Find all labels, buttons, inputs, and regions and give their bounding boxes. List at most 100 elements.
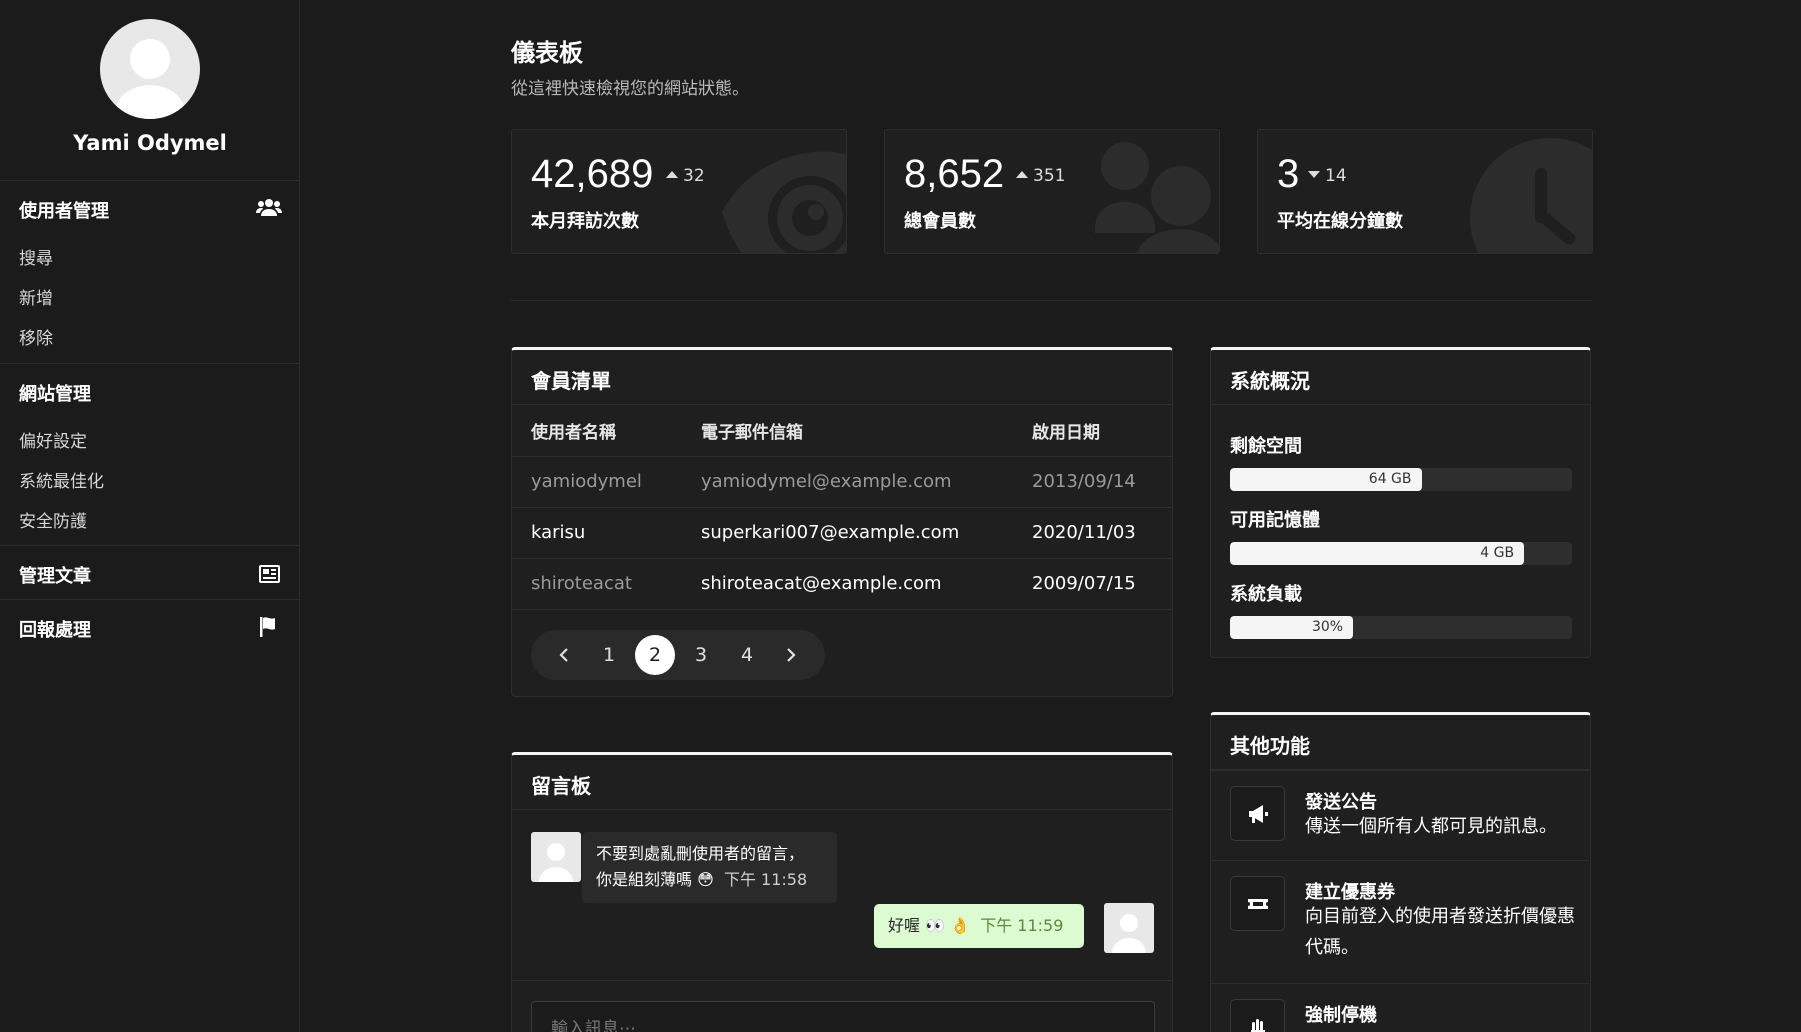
prev-page-button[interactable] [544, 635, 584, 675]
pagination: 1 2 3 4 [531, 630, 825, 680]
user-name: Yami Odymel [73, 131, 227, 155]
stat-delta-value: 14 [1325, 166, 1347, 186]
stat-card-members: 8,652 351 總會員數 [884, 129, 1220, 254]
table-row[interactable]: shiroteacat shiroteacat@example.com 2009… [512, 558, 1172, 610]
ticket-icon [1230, 876, 1285, 931]
message-board-card: 留言板 不要到處亂刪使用者的留言， 你是組刻薄嗎 😳 下午 11:58 好喔 👀… [511, 752, 1173, 1032]
member-table: 使用者名稱 電子郵件信箱 啟用日期 yamiodymel yamiodymel@… [512, 405, 1172, 610]
card-title: 其他功能 [1211, 715, 1590, 770]
function-coupon[interactable]: 建立優惠券 向目前登入的使用者發送折價優惠代碼。 [1211, 860, 1589, 983]
stat-card-visits: 42,689 32 本月拜訪次數 [511, 129, 847, 254]
cell-email: shiroteacat@example.com [682, 558, 1013, 610]
sidebar-section-user-management[interactable]: 使用者管理 [19, 197, 109, 223]
stat-delta: 14 [1308, 166, 1347, 186]
storage-bar-fill: 64 GB [1230, 468, 1422, 491]
sidebar-item-optimization[interactable]: 系統最佳化 [19, 467, 104, 492]
divider [0, 545, 300, 546]
stat-value: 3 [1277, 152, 1300, 196]
sidebar-item-remove[interactable]: 移除 [19, 324, 53, 349]
message-text: 好喔 👀 👌 [888, 916, 971, 935]
hand-icon [1230, 999, 1285, 1032]
sidebar-section-reports[interactable]: 回報處理 [19, 616, 91, 642]
stat-label: 總會員數 [904, 211, 976, 232]
page-button-4[interactable]: 4 [727, 635, 767, 675]
message-text: 不要到處亂刪使用者的留言， [596, 844, 805, 863]
users-icon [256, 196, 282, 220]
memory-bar: 4 GB [1230, 542, 1572, 565]
arrow-down-icon [1308, 171, 1320, 178]
cell-email: yamiodymel@example.com [682, 456, 1013, 508]
cell-username: shiroteacat [512, 558, 682, 610]
card-title: 會員清單 [512, 350, 1172, 405]
sidebar-item-add[interactable]: 新增 [19, 284, 53, 309]
storage-bar: 64 GB [1230, 468, 1572, 491]
arrow-up-icon [666, 171, 678, 178]
member-list-card: 會員清單 使用者名稱 電子郵件信箱 啟用日期 yamiodymel yamiod… [511, 347, 1173, 697]
newspaper-icon [256, 562, 282, 586]
flag-icon [256, 615, 282, 639]
page-button-3[interactable]: 3 [681, 635, 721, 675]
card-title: 系統概況 [1211, 350, 1590, 405]
arrow-up-icon [1016, 171, 1028, 178]
divider [0, 599, 300, 600]
sidebar-item-search[interactable]: 搜尋 [19, 244, 53, 269]
stat-label: 本月拜訪次數 [531, 211, 639, 232]
stat-label: 平均在線分鐘數 [1277, 211, 1403, 232]
message-input[interactable]: 輸入訊息⋯ [531, 1001, 1155, 1032]
divider [0, 363, 300, 364]
other-functions-card: 其他功能 發送公告 傳送一個所有人都可見的訊息。 建立優惠券 向目前登入的使用者… [1210, 712, 1591, 1032]
stat-delta: 351 [1016, 166, 1065, 186]
avatar[interactable] [100, 19, 200, 119]
avatar [1104, 903, 1154, 953]
sidebar: Yami Odymel 使用者管理 搜尋 新增 移除 網站管理 偏好設定 系統最… [0, 0, 300, 1032]
function-title: 強制停機 [1305, 1005, 1377, 1026]
page-subtitle: 從這裡快速檢視您的網站狀態。 [511, 79, 749, 99]
load-bar: 30% [1230, 616, 1572, 639]
memory-label: 可用記憶體 [1230, 510, 1320, 531]
table-row[interactable]: yamiodymel yamiodymel@example.com 2013/0… [512, 456, 1172, 508]
memory-bar-fill: 4 GB [1230, 542, 1525, 565]
megaphone-icon [1230, 786, 1285, 841]
sidebar-item-security[interactable]: 安全防護 [19, 507, 87, 532]
page-button-1[interactable]: 1 [589, 635, 629, 675]
table-row[interactable]: karisu superkari007@example.com 2020/11/… [512, 507, 1172, 559]
cell-date: 2009/07/15 [1013, 558, 1172, 610]
function-shutdown[interactable]: 強制停機 [1211, 983, 1589, 1032]
eye-icon [722, 151, 846, 253]
message-time: 下午 11:59 [980, 916, 1064, 935]
column-header: 使用者名稱 [512, 405, 682, 457]
divider [0, 180, 300, 181]
cell-date: 2020/11/03 [1013, 507, 1172, 559]
clock-icon [1470, 138, 1592, 253]
users-icon [1095, 142, 1219, 253]
card-title: 留言板 [512, 755, 1172, 810]
sidebar-section-site-management[interactable]: 網站管理 [19, 380, 91, 406]
avatar [531, 832, 581, 882]
sidebar-section-articles[interactable]: 管理文章 [19, 562, 91, 588]
function-announcement[interactable]: 發送公告 傳送一個所有人都可見的訊息。 [1211, 770, 1589, 860]
column-header: 啟用日期 [1013, 405, 1172, 457]
storage-label: 剩餘空間 [1230, 436, 1302, 457]
divider [512, 980, 1172, 981]
cell-date: 2013/09/14 [1013, 456, 1172, 508]
stat-value: 42,689 [531, 152, 654, 196]
sidebar-item-preferences[interactable]: 偏好設定 [19, 427, 87, 452]
divider [511, 300, 1592, 301]
chevron-right-icon [787, 648, 796, 662]
load-label: 系統負載 [1230, 584, 1302, 605]
next-page-button[interactable] [771, 635, 811, 675]
page-title: 儀表板 [511, 39, 583, 67]
stat-delta-value: 32 [683, 166, 705, 186]
message-text: 你是組刻薄嗎 😳 [596, 870, 714, 889]
cell-username: karisu [512, 507, 682, 559]
message-time: 下午 11:58 [723, 870, 808, 889]
column-header: 電子郵件信箱 [682, 405, 1013, 457]
chevron-left-icon [559, 648, 568, 662]
chat-message-right: 好喔 👀 👌 下午 11:59 [874, 904, 1084, 948]
function-desc: 傳送一個所有人都可見的訊息。 [1305, 816, 1557, 837]
stat-card-online-minutes: 3 14 平均在線分鐘數 [1257, 129, 1593, 254]
stat-value: 8,652 [904, 152, 1005, 196]
stat-delta: 32 [666, 166, 705, 186]
cell-email: superkari007@example.com [682, 507, 1013, 559]
page-button-2[interactable]: 2 [635, 635, 675, 675]
